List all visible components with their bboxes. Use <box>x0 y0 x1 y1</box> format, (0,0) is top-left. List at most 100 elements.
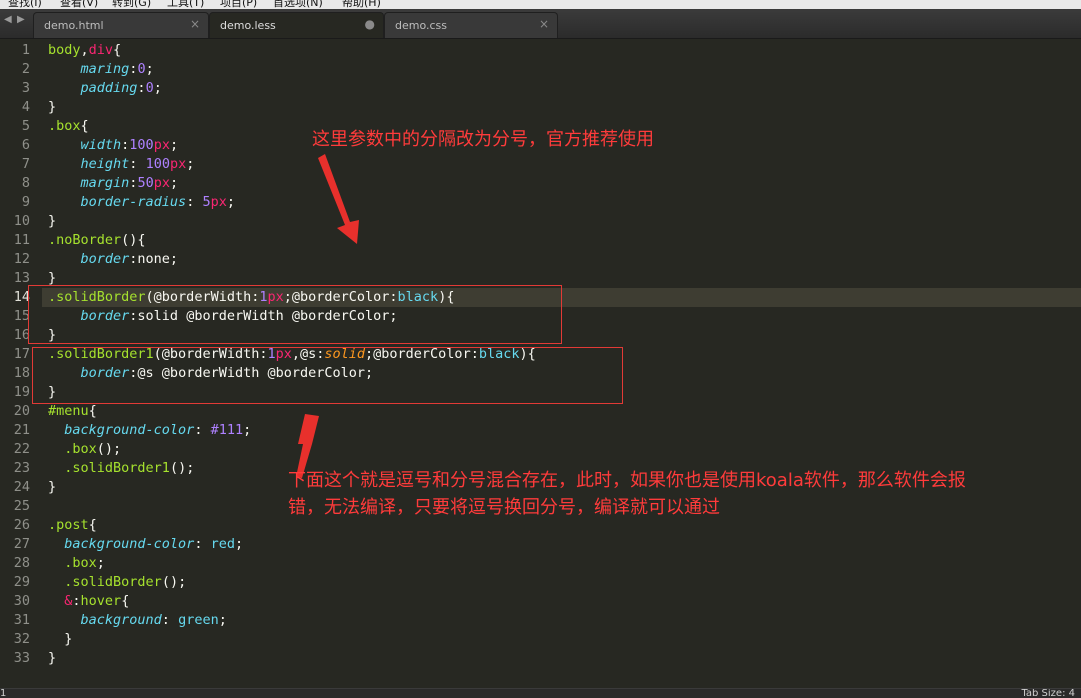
tab-demo-less[interactable]: demo.less ● <box>209 12 384 38</box>
tab-demo-html[interactable]: demo.html × <box>33 12 209 38</box>
code-token: { <box>80 118 89 134</box>
menu-item[interactable]: 帮助(H) <box>342 0 381 9</box>
line-number: 29 <box>13 574 30 590</box>
code-token: (); <box>161 574 187 590</box>
code-token: { <box>88 517 97 533</box>
code-token: ; <box>169 175 179 191</box>
close-icon[interactable]: × <box>190 17 200 31</box>
code-token: background-color <box>64 536 195 552</box>
line-number: 30 <box>13 593 30 609</box>
menu-item[interactable]: 首选项(N) <box>273 0 323 9</box>
line-number: 8 <box>21 175 30 191</box>
tab-label: demo.html <box>44 19 104 32</box>
code-token: px <box>153 175 170 191</box>
code-token: .post <box>48 517 89 533</box>
code-token: background-color <box>64 422 195 438</box>
code-token: ; <box>218 612 227 628</box>
tab-label: demo.css <box>395 19 448 32</box>
code-line: .post{ <box>48 516 97 535</box>
menu-item[interactable]: 工具(T) <box>167 0 204 9</box>
line-number: 32 <box>13 631 30 647</box>
code-line: .box; <box>48 554 105 573</box>
code-token: 0 <box>137 61 146 77</box>
line-number: 17 <box>13 346 30 362</box>
tab-prev-icon[interactable]: ◀ <box>4 14 12 25</box>
code-token: 0 <box>145 80 154 96</box>
code-token: : <box>137 80 146 96</box>
code-token: : <box>129 156 146 172</box>
code-line: margin:50px; <box>48 174 179 193</box>
code-token: margin <box>80 175 130 191</box>
arrow-down-icon <box>318 154 359 244</box>
line-number: 23 <box>13 460 30 476</box>
line-number: 9 <box>21 194 30 210</box>
menu-item[interactable]: 查找(I) <box>8 0 42 9</box>
code-token: hover <box>80 593 122 609</box>
line-number: 19 <box>13 384 30 400</box>
close-icon[interactable]: × <box>539 17 549 31</box>
tab-demo-css[interactable]: demo.css × <box>384 12 558 38</box>
code-token: 50 <box>137 175 154 191</box>
line-number: 6 <box>21 137 30 153</box>
code-line: } <box>48 98 56 117</box>
line-number: 5 <box>21 118 30 134</box>
code-token: : <box>186 194 203 210</box>
line-number: 2 <box>21 61 30 77</box>
code-line: width:100px; <box>48 136 179 155</box>
line-number: 22 <box>13 441 30 457</box>
code-token: width <box>80 137 122 153</box>
code-line: &:hover{ <box>48 592 129 611</box>
line-number: 11 <box>13 232 30 248</box>
line-number: 10 <box>13 213 30 229</box>
annotation-top: 这里参数中的分隔改为分号，官方推荐使用 <box>312 129 654 150</box>
code-token: } <box>48 631 73 647</box>
menu-item[interactable]: 查看(V) <box>60 0 98 9</box>
code-token: ; <box>96 555 105 571</box>
code-line: } <box>48 649 56 668</box>
code-line: border-radius: 5px; <box>48 193 235 212</box>
code-token: : <box>72 593 81 609</box>
code-line: maring:0; <box>48 60 154 79</box>
code-line: height: 100px; <box>48 155 195 174</box>
annotation-bottom-line2: 错，无法编译，只要将逗号换回分号，编译就可以通过 <box>288 497 720 518</box>
code-token: } <box>48 99 57 115</box>
code-token: 100 <box>145 156 170 172</box>
menu-item[interactable]: 项目(P) <box>220 0 257 9</box>
code-line: .solidBorder(); <box>48 573 186 592</box>
code-token: border-radius <box>80 194 187 210</box>
code-token: .box <box>64 555 97 571</box>
code-token: { <box>121 593 130 609</box>
highlight-box-solidborder <box>28 285 562 344</box>
code-token: : <box>161 612 179 628</box>
code-token: } <box>48 213 57 229</box>
code-token: (){ <box>121 232 146 248</box>
code-line: .box(); <box>48 440 121 459</box>
code-token: .noBorder <box>48 232 122 248</box>
code-token: ; <box>186 156 195 172</box>
line-number: 12 <box>13 251 30 267</box>
code-token: #111 <box>210 422 244 438</box>
code-token: ; <box>153 80 162 96</box>
line-number: 25 <box>13 498 30 514</box>
code-token: } <box>48 479 57 495</box>
code-token: , <box>80 42 89 58</box>
annotation-bottom-line1: 下面这个就是逗号和分号混合存在，此时，如果你也是使用koala软件，那么软件会报 <box>288 470 966 491</box>
code-token: #menu <box>48 403 89 419</box>
code-token: } <box>48 270 57 286</box>
code-line: padding:0; <box>48 79 162 98</box>
menu-item[interactable]: 转到(G) <box>112 0 151 9</box>
line-number: 26 <box>13 517 30 533</box>
code-token: border <box>80 251 130 267</box>
unsaved-dot-icon[interactable]: ● <box>365 17 375 31</box>
tab-next-icon[interactable]: ▶ <box>17 14 25 25</box>
tab-bar: ◀ ▶ demo.html × demo.less ● demo.css × <box>0 9 1081 39</box>
